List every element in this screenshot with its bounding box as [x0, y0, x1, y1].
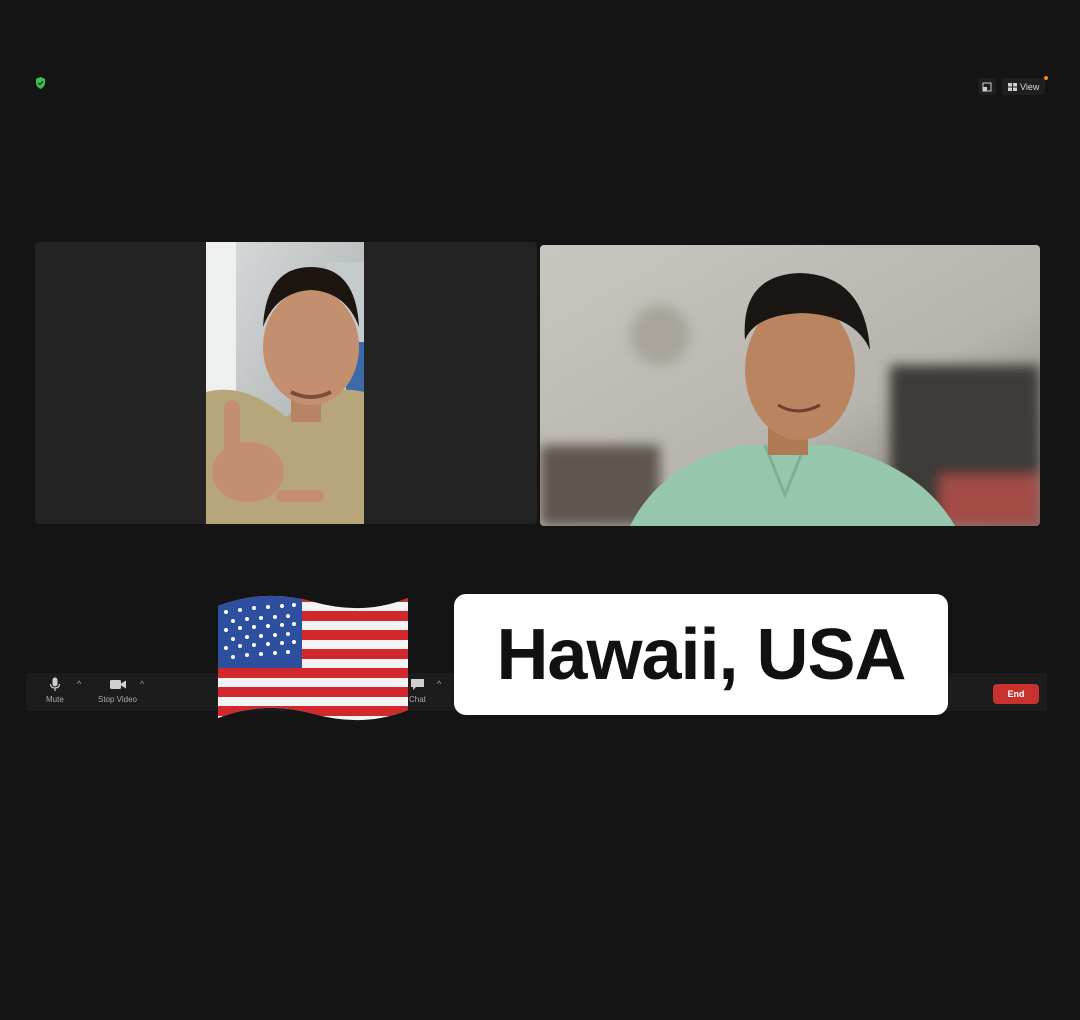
shield-check-icon[interactable]: [35, 77, 46, 89]
participant-video-left: [206, 242, 364, 524]
mute-options-caret-icon[interactable]: ^: [77, 679, 81, 689]
participant-tile-left[interactable]: [35, 242, 537, 524]
mute-label: Mute: [46, 695, 64, 704]
stop-video-label: Stop Video: [98, 695, 137, 704]
notification-dot: [1044, 76, 1049, 80]
location-banner: Hawaii, USA: [454, 594, 948, 715]
end-meeting-button[interactable]: End: [993, 684, 1039, 704]
mute-button[interactable]: Mute: [46, 677, 64, 704]
grid-view-icon: [1008, 82, 1017, 91]
video-options-caret-icon[interactable]: ^: [140, 679, 144, 689]
microphone-icon: [49, 677, 60, 691]
participant-tile-right[interactable]: [540, 245, 1040, 526]
view-label: View: [1020, 81, 1040, 92]
picture-in-picture-icon: [982, 82, 992, 91]
window-mode-button[interactable]: [978, 78, 996, 95]
stop-video-button[interactable]: Stop Video: [98, 677, 137, 704]
chat-bubble-icon: [410, 679, 424, 690]
participant-video-right: [540, 245, 1040, 526]
location-text: Hawaii, USA: [496, 614, 906, 695]
chat-options-caret-icon[interactable]: ^: [437, 679, 441, 689]
top-right-controls: View: [978, 76, 1049, 95]
view-button[interactable]: View: [1002, 76, 1049, 95]
video-camera-icon: [109, 680, 126, 689]
us-flag-icon: [218, 595, 408, 721]
